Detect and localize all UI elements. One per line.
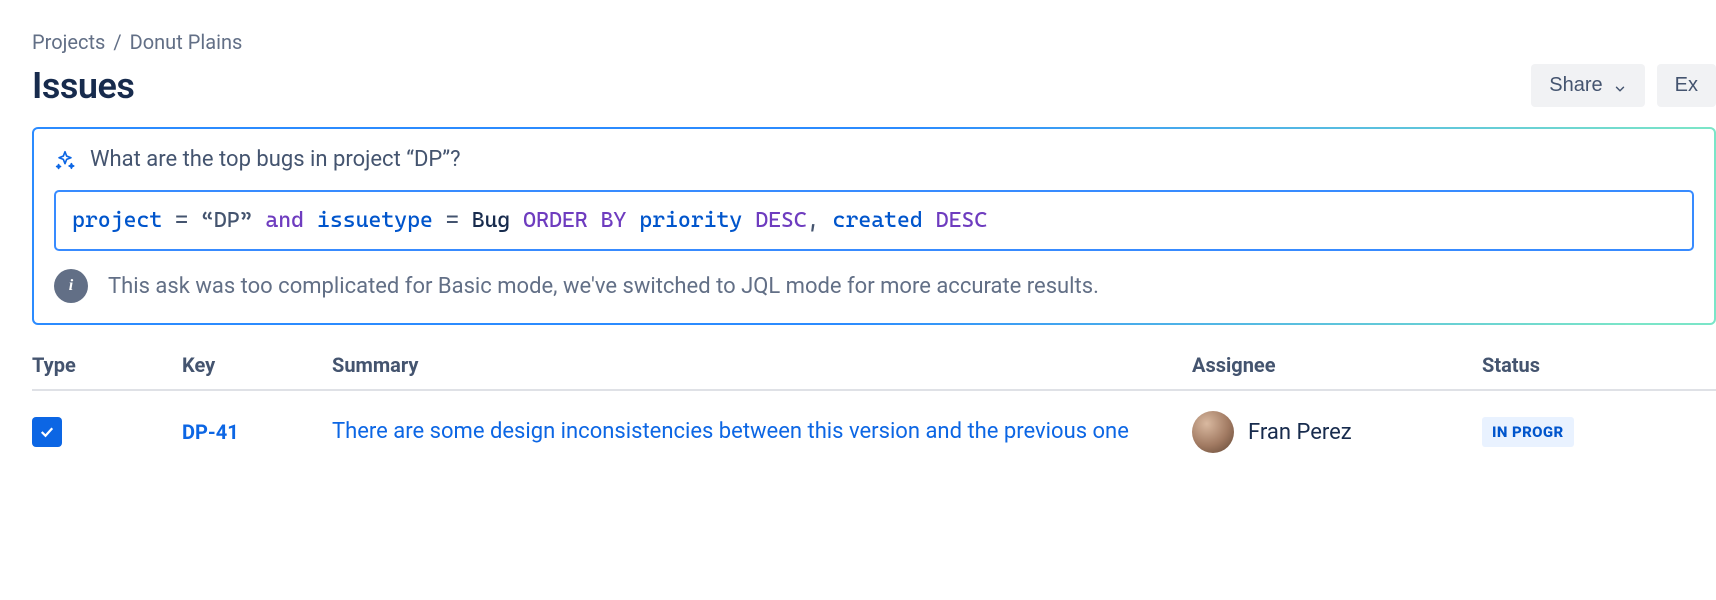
jql-token: Bug — [472, 208, 511, 233]
jql-token: issuetype — [317, 208, 433, 233]
col-key[interactable]: Key — [182, 353, 332, 377]
breadcrumb-separator: / — [113, 30, 121, 54]
issue-summary-link[interactable]: There are some design inconsistencies be… — [332, 419, 1149, 444]
avatar — [1192, 411, 1234, 453]
jql-token — [304, 208, 317, 233]
chevron-down-icon — [1613, 79, 1627, 93]
jql-token: , — [807, 208, 820, 233]
export-button[interactable]: Ex — [1657, 64, 1716, 107]
info-icon: i — [54, 269, 88, 303]
breadcrumb-project[interactable]: Donut Plains — [130, 30, 243, 54]
assignee-name: Fran Perez — [1248, 420, 1352, 445]
jql-token — [923, 208, 936, 233]
share-button[interactable]: Share — [1531, 64, 1644, 107]
jql-token — [252, 208, 265, 233]
jql-token: created — [833, 208, 923, 233]
jql-token: DESC — [936, 208, 988, 233]
sparkle-icon — [54, 149, 76, 171]
ai-query-panel: What are the top bugs in project “DP”? p… — [32, 127, 1716, 325]
col-assignee[interactable]: Assignee — [1192, 353, 1482, 377]
jql-input[interactable]: project = “DP” and issuetype = Bug ORDER… — [54, 190, 1694, 251]
type-cell — [32, 417, 182, 447]
jql-token: priority — [639, 208, 742, 233]
ai-prompt-row: What are the top bugs in project “DP”? — [54, 147, 1694, 172]
col-status[interactable]: Status — [1482, 353, 1716, 377]
issue-key-link[interactable]: DP-41 — [182, 420, 239, 444]
jql-token: DESC — [755, 208, 807, 233]
issue-table: Type Key Summary Assignee Status DP-41 T… — [32, 353, 1716, 473]
col-type[interactable]: Type — [32, 353, 182, 377]
status-badge[interactable]: IN PROGR — [1482, 417, 1574, 447]
jql-token: ORDER BY — [523, 208, 626, 233]
jql-token — [820, 208, 833, 233]
jql-token — [742, 208, 755, 233]
breadcrumb-root[interactable]: Projects — [32, 30, 105, 54]
header-actions: Share Ex — [1531, 64, 1716, 107]
jql-token — [510, 208, 523, 233]
jql-token: = — [162, 208, 201, 233]
jql-token: = — [433, 208, 472, 233]
info-bar: i This ask was too complicated for Basic… — [54, 269, 1694, 303]
jql-token: project — [72, 208, 162, 233]
table-header-row: Type Key Summary Assignee Status — [32, 353, 1716, 391]
info-text: This ask was too complicated for Basic m… — [108, 274, 1099, 299]
assignee-cell[interactable]: Fran Perez — [1192, 411, 1482, 453]
jql-token: “DP” — [201, 208, 253, 233]
table-row[interactable]: DP-41 There are some design inconsistenc… — [32, 391, 1716, 473]
issue-type-task-icon — [32, 417, 62, 447]
jql-token: and — [265, 208, 304, 233]
page-title: Issues — [32, 65, 134, 107]
col-summary[interactable]: Summary — [332, 353, 1192, 377]
breadcrumb: Projects / Donut Plains — [32, 30, 1716, 54]
export-button-label: Ex — [1675, 74, 1698, 97]
ai-prompt-text[interactable]: What are the top bugs in project “DP”? — [90, 147, 461, 172]
page-header: Issues Share Ex — [32, 64, 1716, 107]
share-button-label: Share — [1549, 74, 1602, 97]
jql-token — [626, 208, 639, 233]
